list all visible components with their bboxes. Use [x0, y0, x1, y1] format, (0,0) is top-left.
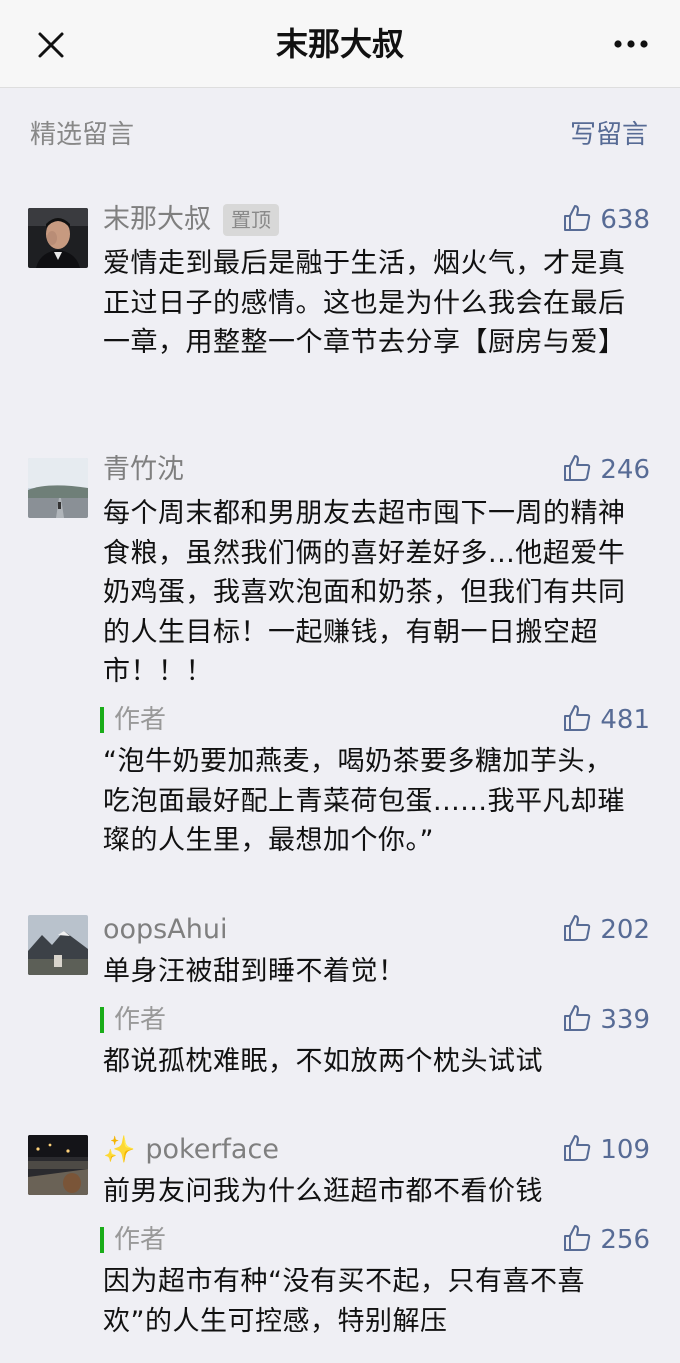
comment-text: 前男友问我为什么逛超市都不看价钱 — [103, 1176, 543, 1207]
comment-nickname[interactable]: 末那大叔 — [103, 202, 211, 238]
more-icon[interactable] — [606, 22, 656, 66]
comment-header: 青竹沈 — [103, 450, 184, 490]
author-reply-text: 因为超市有种“没有买不起，只有喜不喜欢”的人生可控感，特别解压 — [103, 1266, 585, 1337]
like-button[interactable]: 109 — [562, 1130, 650, 1170]
comments-section-header: 精选留言 写留言 — [0, 88, 680, 183]
author-reply-header: 作者 — [100, 1000, 166, 1040]
avatar[interactable] — [28, 458, 88, 518]
like-button[interactable]: 339 — [562, 1000, 650, 1040]
author-reply-marker — [100, 707, 104, 733]
pinned-badge: 置顶 — [223, 204, 279, 236]
author-reply-text: “泡牛奶要加燕麦，喝奶茶要多糖加芋头，吃泡面最好配上青菜荷包蛋......我平凡… — [103, 746, 625, 856]
page-title: 末那大叔 — [275, 25, 404, 63]
write-comment-link[interactable]: 写留言 — [570, 118, 648, 152]
like-count: 339 — [600, 1005, 650, 1035]
comment-text: 单身汪被甜到睡不着觉！ — [103, 956, 406, 987]
like-button[interactable]: 638 — [562, 200, 650, 240]
like-button[interactable]: 202 — [562, 910, 650, 950]
thumbs-up-icon — [562, 1003, 592, 1037]
comment-text: 爱情走到最后是融于生活，烟火气，才是真正过日子的感情。这也是为什么我会在最后一章… — [103, 248, 626, 358]
comment-header: ✨ pokerface — [103, 1130, 279, 1170]
like-button[interactable]: 481 — [562, 700, 650, 740]
comment-text: 每个周末都和男朋友去超市囤下一周的精神食粮，虽然我们俩的喜好差好多...他超爱牛… — [103, 498, 626, 687]
author-reply-text: 都说孤枕难眠，不如放两个枕头试试 — [103, 1046, 543, 1077]
avatar[interactable] — [28, 1135, 88, 1195]
author-reply-marker — [100, 1227, 104, 1253]
author-reply-marker — [100, 1007, 104, 1033]
author-reply-header: 作者 — [100, 1220, 166, 1260]
navigation-bar: 末那大叔 — [0, 0, 680, 88]
comment-nickname[interactable]: 青竹沈 — [103, 452, 184, 488]
avatar[interactable] — [28, 208, 88, 268]
comment-nickname[interactable]: pokerface — [145, 1132, 279, 1168]
thumbs-up-icon — [562, 703, 592, 737]
section-title: 精选留言 — [30, 120, 135, 150]
sparkle-icon: ✨ — [103, 1135, 136, 1165]
author-label: 作者 — [114, 1005, 167, 1035]
like-button[interactable]: 246 — [562, 450, 650, 490]
thumbs-up-icon — [562, 1133, 592, 1167]
like-button[interactable]: 256 — [562, 1220, 650, 1260]
thumbs-up-icon — [562, 453, 592, 487]
author-reply-header: 作者 — [100, 700, 166, 740]
comment-header: 末那大叔 置顶 — [103, 200, 279, 240]
avatar[interactable] — [28, 915, 88, 975]
thumbs-up-icon — [562, 1223, 592, 1257]
thumbs-up-icon — [562, 203, 592, 237]
like-count: 638 — [600, 205, 650, 235]
like-count: 256 — [600, 1225, 650, 1255]
comment-header: oopsAhui — [103, 910, 227, 950]
comment-nickname[interactable]: oopsAhui — [103, 912, 227, 948]
like-count: 109 — [600, 1135, 650, 1165]
author-label: 作者 — [114, 1225, 167, 1255]
author-label: 作者 — [114, 705, 167, 735]
like-count: 202 — [600, 915, 650, 945]
like-count: 481 — [600, 705, 650, 735]
like-count: 246 — [600, 455, 650, 485]
thumbs-up-icon — [562, 913, 592, 947]
